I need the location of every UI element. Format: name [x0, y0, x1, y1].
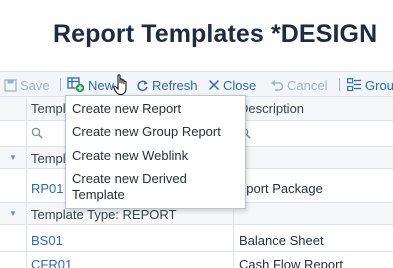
undo-icon: [270, 79, 284, 91]
template-description: Balance Sheet: [239, 233, 324, 248]
column-header-template[interactable]: Templ: [31, 101, 66, 116]
close-label: Close: [223, 77, 257, 93]
save-label: Save: [20, 77, 50, 93]
refresh-button[interactable]: Refresh: [136, 76, 198, 94]
group-label: Grou: [365, 77, 393, 93]
close-icon: [208, 79, 220, 91]
cancel-button[interactable]: Cancel: [270, 76, 327, 94]
search-icon[interactable]: [31, 127, 43, 142]
cancel-label: Cancel: [287, 77, 328, 93]
collapse-caret-icon[interactable]: ▼: [9, 153, 17, 162]
new-label: New: [88, 77, 115, 93]
menu-item-create-weblink[interactable]: Create new Weblink: [72, 148, 244, 164]
refresh-icon: [136, 79, 149, 92]
save-button[interactable]: Save: [4, 76, 50, 94]
refresh-label: Refresh: [152, 77, 198, 93]
menu-item-create-report[interactable]: Create new Report: [72, 101, 244, 117]
collapse-caret-icon[interactable]: ▼: [9, 209, 17, 218]
template-description: Cash Flow Report: [239, 257, 344, 268]
table-row[interactable]: BS01 Balance Sheet: [0, 228, 393, 252]
template-code-link[interactable]: BS01: [31, 233, 63, 248]
template-description: eport Package: [239, 181, 323, 196]
menu-item-create-group-report[interactable]: Create new Group Report: [72, 124, 244, 140]
column-header-description[interactable]: Description: [239, 101, 304, 116]
group-label: Template Type: REPORT: [31, 207, 177, 222]
new-button[interactable]: New: [67, 76, 114, 94]
table-row[interactable]: CFR01 Cash Flow Report: [0, 252, 393, 268]
toolbar-separator: [339, 78, 340, 91]
group-label: Templ: [31, 151, 66, 166]
group-button[interactable]: Grou: [347, 76, 393, 94]
hand-cursor-icon: [113, 74, 129, 99]
template-code-link[interactable]: CFR01: [31, 257, 72, 268]
page-title: Report Templates *DESIGN: [53, 20, 378, 48]
column-divider: [26, 97, 27, 268]
menu-item-create-derived-template[interactable]: Create new Derived Template: [72, 171, 212, 203]
toolbar: Save New Refresh Close Cancel Grou: [0, 71, 393, 97]
new-grid-icon: [67, 77, 85, 93]
toolbar-separator: [60, 78, 61, 91]
new-dropdown-menu: Create new Report Create new Group Repor…: [65, 95, 246, 209]
save-icon: [4, 78, 17, 92]
close-button[interactable]: Close: [208, 76, 256, 94]
template-code-link[interactable]: RP01: [31, 181, 64, 196]
group-icon: [347, 78, 362, 92]
